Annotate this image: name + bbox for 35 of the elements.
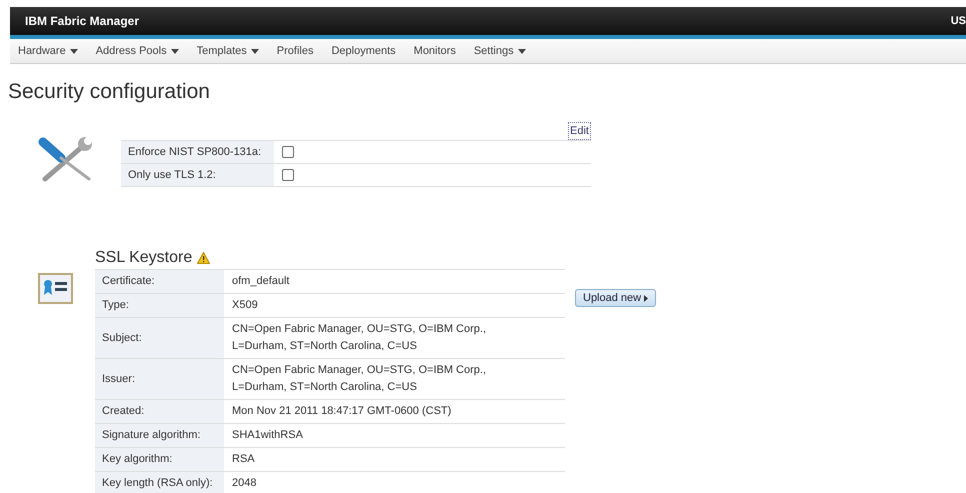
option-label: Enforce NIST SP800-131a: xyxy=(121,141,274,163)
field-label: Signature algorithm: xyxy=(95,424,224,447)
edit-link[interactable]: Edit xyxy=(568,122,591,140)
nav-menu-item[interactable]: Address Pools xyxy=(96,42,179,60)
field-label: Key length (RSA only): xyxy=(95,472,224,493)
field-label: Key algorithm: xyxy=(95,448,224,471)
field-value: ofm_default xyxy=(231,274,290,289)
field-label: Subject: xyxy=(95,318,224,358)
field-value: SHA1withRSA xyxy=(231,428,304,443)
certificate-icon xyxy=(38,273,74,305)
nav-menu-item[interactable]: Monitors xyxy=(414,42,456,60)
field-value: X509 xyxy=(231,298,259,313)
nav-menu-item[interactable]: Settings xyxy=(474,42,526,60)
field-label: Created: xyxy=(95,400,224,423)
nav-menu-item[interactable]: Hardware xyxy=(18,42,78,60)
nav-menu-item[interactable]: Deployments xyxy=(331,42,396,60)
option-label: Only use TLS 1.2: xyxy=(121,164,274,186)
field-label: Issuer: xyxy=(95,359,224,399)
app-title: IBM Fabric Manager xyxy=(25,13,140,30)
field-label: Type: xyxy=(95,294,224,317)
field-value: Mon Nov 21 2011 18:47:17 GMT-0600 (CST) xyxy=(231,404,452,419)
page-title: Security configuration xyxy=(8,79,211,105)
field-label: Certificate: xyxy=(95,270,224,293)
checkbox[interactable] xyxy=(282,169,294,181)
arrow-right-icon xyxy=(644,294,648,302)
field-value: CN=Open Fabric Manager, OU=STG, O=IBM Corp., L=Durham, ST=North Carolina, C=US xyxy=(231,363,488,395)
field-value: 2048 xyxy=(231,476,258,491)
user-label[interactable]: US xyxy=(950,12,966,30)
upload-button[interactable]: Upload new xyxy=(575,289,656,307)
keystore-title: SSL Keystore xyxy=(95,248,192,268)
nav-menu-item[interactable]: Templates xyxy=(196,42,259,60)
field-value: RSA xyxy=(231,452,256,467)
field-value: CN=Open Fabric Manager, OU=STG, O=IBM Corp., L=Durham, ST=North Carolina, C=US xyxy=(231,322,488,354)
checkbox[interactable] xyxy=(282,146,294,158)
nav-menu-item[interactable]: Profiles xyxy=(276,42,314,60)
